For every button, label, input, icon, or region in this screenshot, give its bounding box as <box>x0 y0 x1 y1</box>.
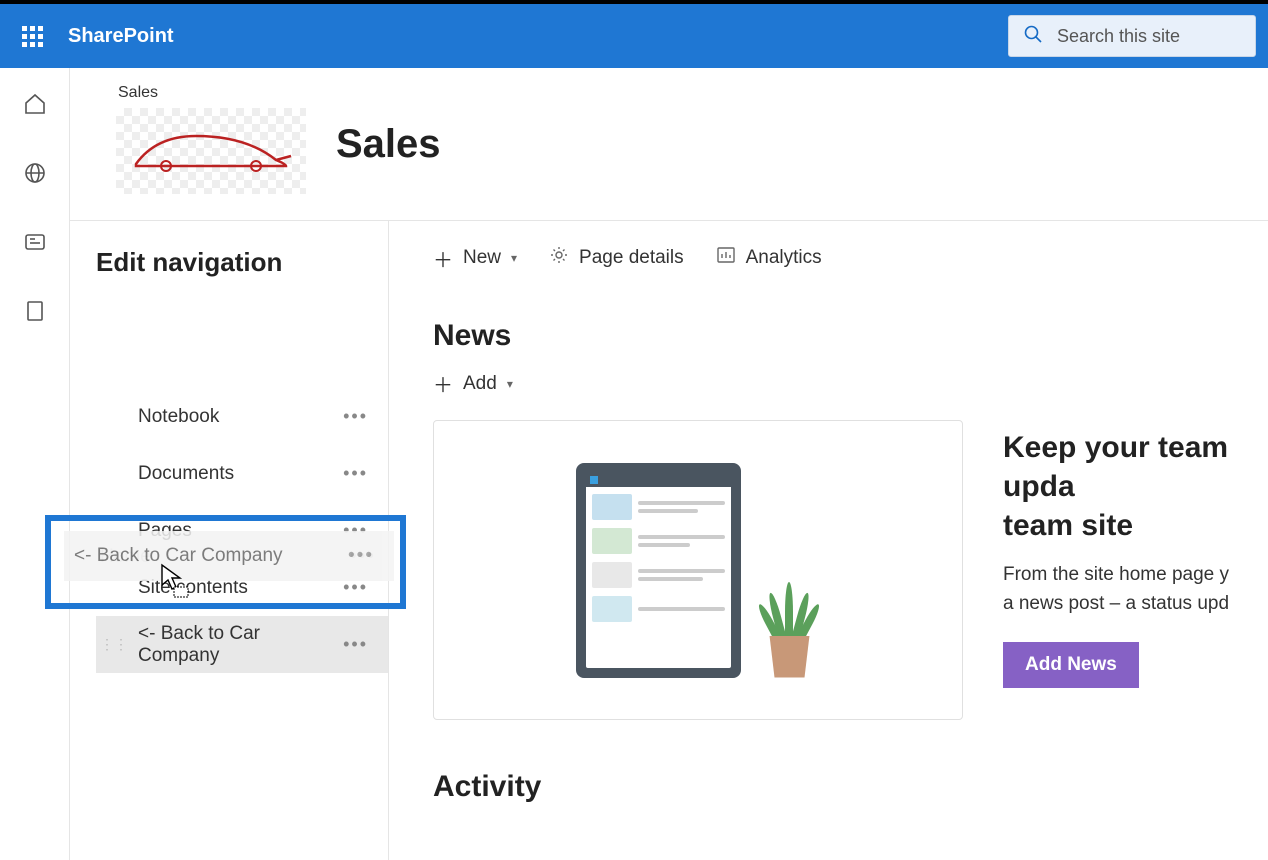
chevron-down-icon: ▾ <box>507 377 513 391</box>
page-details-button[interactable]: Page details <box>549 245 684 271</box>
nav-panel-title: Edit navigation <box>96 247 388 278</box>
new-button[interactable]: ＋ New ▾ <box>433 244 517 273</box>
plus-icon: ＋ <box>433 369 453 398</box>
activity-section-title: Activity <box>433 770 1268 804</box>
drag-handle-icon[interactable]: ⋮⋮ <box>100 636 128 653</box>
site-logo[interactable] <box>116 108 306 194</box>
left-rail <box>0 68 70 860</box>
files-icon[interactable] <box>23 299 47 328</box>
add-news-dropdown[interactable]: ＋ Add ▾ <box>433 369 1268 398</box>
globe-icon[interactable] <box>23 161 47 190</box>
tablet-illustration <box>576 463 741 678</box>
page-details-label: Page details <box>579 247 684 269</box>
page-toolbar: ＋ New ▾ Page details <box>433 221 1268 295</box>
add-news-button[interactable]: Add News <box>1003 642 1139 688</box>
more-icon: ••• <box>348 545 374 567</box>
nav-item-notebook[interactable]: ⋮⋮Notebook ••• <box>96 388 388 445</box>
more-icon[interactable]: ••• <box>343 463 368 484</box>
nav-item-back-to-car-company[interactable]: ⋮⋮ <- Back to Car Company ••• <box>96 616 388 673</box>
analytics-icon <box>716 245 736 271</box>
nav-item-documents[interactable]: ⋮⋮Documents ••• <box>96 445 388 502</box>
news-icon[interactable] <box>23 230 47 259</box>
search-placeholder: Search this site <box>1057 26 1180 47</box>
nav-item-label: Notebook <box>138 406 219 428</box>
analytics-button[interactable]: Analytics <box>716 245 822 271</box>
more-icon[interactable]: ••• <box>343 634 368 655</box>
news-promo-description: From the site home page y a news post – … <box>1003 561 1268 618</box>
site-header: Sales Sales <box>70 68 1268 221</box>
search-input[interactable]: Search this site <box>1008 15 1256 57</box>
app-launcher-icon[interactable] <box>12 16 52 56</box>
page-title: Sales <box>336 122 441 167</box>
nav-item-label: Documents <box>138 463 234 485</box>
news-promo-heading: Keep your team upda team site <box>1003 428 1268 545</box>
new-label: New <box>463 247 501 269</box>
edit-navigation-panel: Edit navigation <- Back to Car Company •… <box>70 221 389 860</box>
plus-icon: ＋ <box>433 244 453 273</box>
chevron-down-icon: ▾ <box>511 251 517 265</box>
search-icon <box>1023 24 1043 49</box>
app-name[interactable]: SharePoint <box>68 25 174 48</box>
dragging-item-label: <- Back to Car Company <box>74 545 283 567</box>
dragging-nav-item[interactable]: <- Back to Car Company ••• <box>64 531 394 581</box>
news-placeholder-card <box>433 420 963 720</box>
news-section-title: News <box>433 319 1268 353</box>
breadcrumb[interactable]: Sales <box>116 84 306 102</box>
more-icon[interactable]: ••• <box>343 406 368 427</box>
plant-illustration <box>759 578 821 678</box>
analytics-label: Analytics <box>746 247 822 269</box>
nav-item-label: <- Back to Car Company <box>138 623 343 667</box>
app-header: SharePoint Search this site <box>0 4 1268 68</box>
home-icon[interactable] <box>23 92 47 121</box>
add-label: Add <box>463 373 497 395</box>
gear-icon <box>549 245 569 271</box>
